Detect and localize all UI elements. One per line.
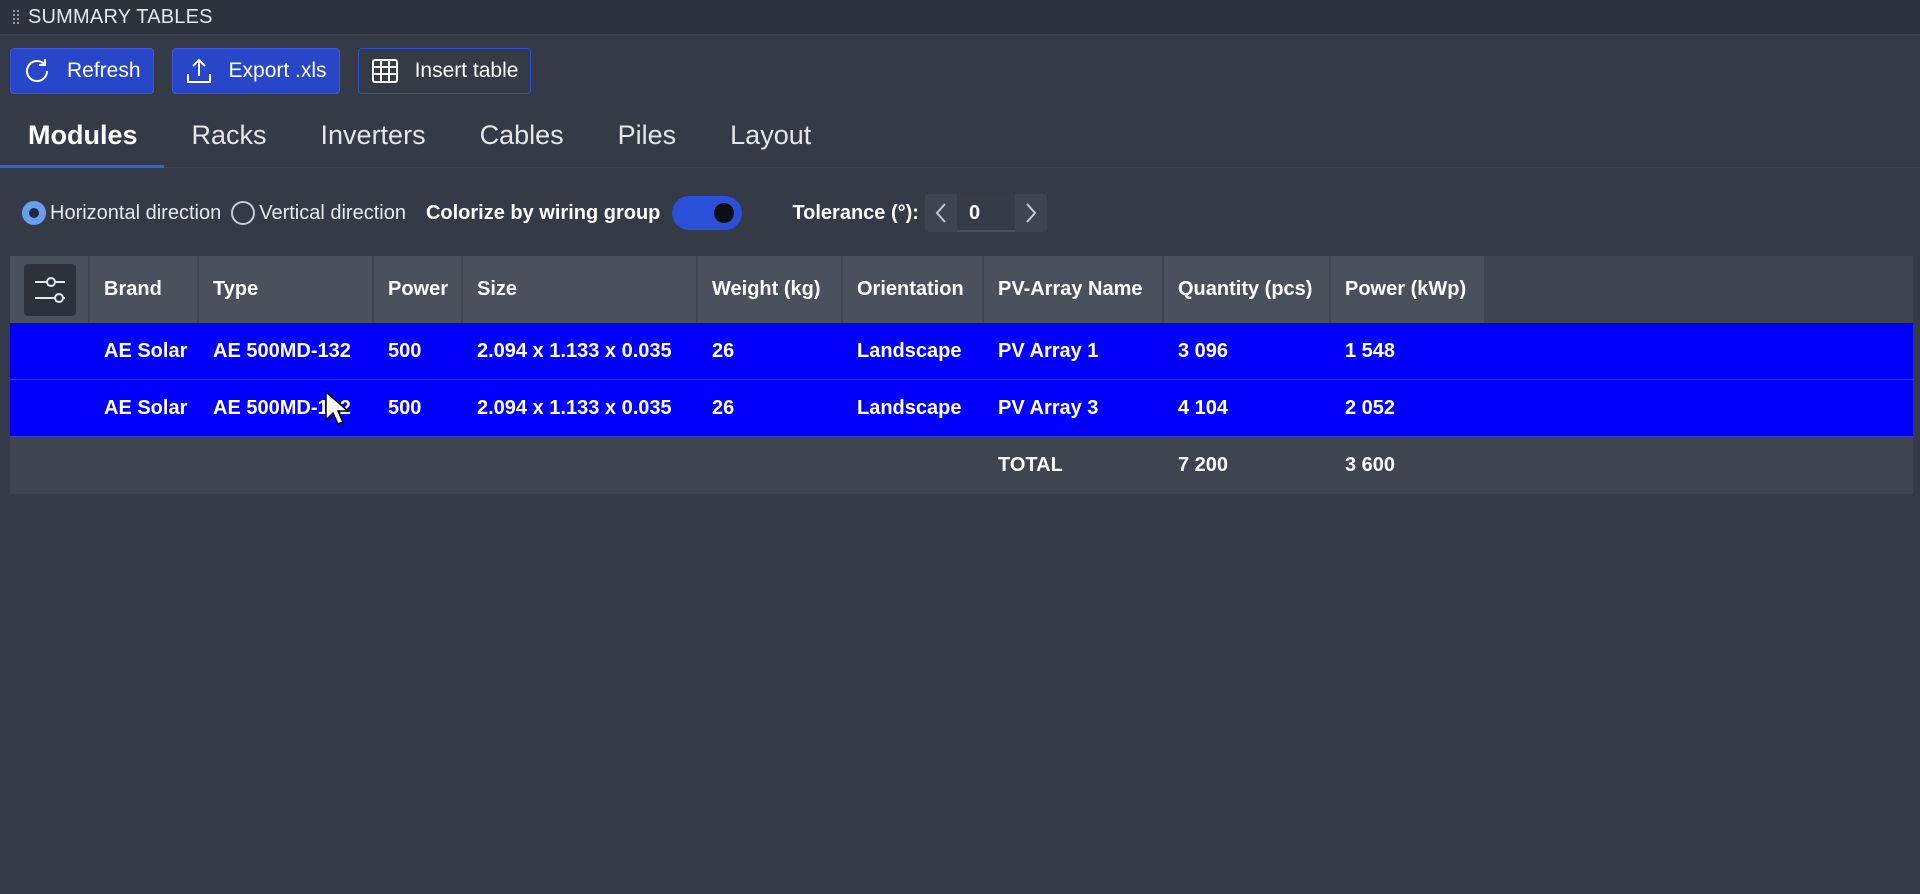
table-row[interactable]: AE Solar AE 500MD-132 500 2.094 x 1.133 … (10, 380, 1913, 437)
tab-cables[interactable]: Cables (452, 112, 590, 168)
column-header-pv-array-name[interactable]: PV-Array Name (984, 256, 1164, 323)
cell-power: 500 (388, 339, 422, 362)
cell-quantity: 4 104 (1178, 396, 1229, 419)
table-row[interactable]: AE Solar AE 500MD-132 500 2.094 x 1.133 … (10, 323, 1913, 380)
cell-power-kwp: 1 548 (1345, 339, 1396, 362)
total-label: TOTAL (998, 454, 1063, 476)
radio-checked-icon (22, 201, 46, 225)
table-header-row: Brand Type Power Size Weight (kg) Orient… (10, 256, 1913, 323)
panel-title: SUMMARY TABLES (28, 5, 213, 28)
total-power-kwp: 3 600 (1345, 454, 1396, 476)
tab-bar: Modules Racks Inverters Cables Piles Lay… (0, 112, 1920, 168)
radio-unchecked-icon (231, 201, 256, 225)
chevron-left-icon (935, 203, 946, 223)
tolerance-decrease-button[interactable] (925, 194, 957, 232)
horizontal-direction-radio[interactable]: Horizontal direction (22, 201, 221, 225)
cell-brand: AE Solar (104, 339, 188, 362)
toolbar: Refresh Export .xls Insert table (10, 48, 532, 94)
tolerance-increase-button[interactable] (1015, 194, 1047, 232)
vertical-direction-label: Vertical direction (259, 201, 406, 224)
header-filter-cell (10, 256, 90, 323)
insert-table-label: Insert table (414, 59, 519, 82)
cell-orientation: Landscape (857, 396, 962, 419)
upload-icon (186, 58, 211, 83)
cell-weight: 26 (712, 339, 735, 362)
cell-size: 2.094 x 1.133 x 0.035 (477, 339, 672, 362)
export-label: Export .xls (228, 59, 327, 82)
export-xls-button[interactable]: Export .xls (171, 48, 340, 94)
table-total-row: TOTAL 7 200 3 600 (10, 437, 1913, 494)
tolerance-stepper: 0 (924, 194, 1047, 232)
column-header-weight[interactable]: Weight (kg) (698, 256, 843, 323)
column-header-power[interactable]: Power (374, 256, 463, 323)
vertical-direction-radio[interactable]: Vertical direction (231, 201, 406, 225)
tolerance-input[interactable]: 0 (956, 194, 1015, 232)
drag-grip-icon[interactable] (12, 9, 20, 25)
refresh-label: Refresh (67, 59, 141, 82)
cell-size: 2.094 x 1.133 x 0.035 (477, 396, 672, 419)
tab-piles[interactable]: Piles (590, 112, 703, 168)
tab-modules[interactable]: Modules (0, 112, 164, 168)
sliders-icon (35, 276, 65, 303)
total-quantity: 7 200 (1178, 454, 1229, 476)
column-header-quantity[interactable]: Quantity (pcs) (1164, 256, 1331, 323)
colorize-label: Colorize by wiring group (425, 201, 661, 224)
column-header-size[interactable]: Size (463, 256, 698, 323)
insert-table-button[interactable]: Insert table (357, 48, 532, 94)
tolerance-label: Tolerance (°): (792, 201, 919, 224)
modules-table: Brand Type Power Size Weight (kg) Orient… (10, 256, 1913, 494)
toggle-knob (714, 203, 735, 223)
horizontal-direction-label: Horizontal direction (50, 201, 222, 224)
cell-pv-array-name: PV Array 1 (998, 339, 1099, 362)
cell-power: 500 (388, 396, 422, 419)
options-bar: Horizontal direction Vertical direction … (22, 194, 1047, 232)
cell-orientation: Landscape (857, 339, 962, 362)
header-filler (1486, 256, 1913, 323)
column-header-orientation[interactable]: Orientation (843, 256, 984, 323)
colorize-toggle[interactable] (672, 196, 743, 230)
panel-titlebar: SUMMARY TABLES (0, 0, 1920, 36)
column-filter-button[interactable] (24, 263, 76, 316)
tab-layout[interactable]: Layout (702, 112, 837, 168)
mouse-cursor-icon (325, 390, 350, 425)
table-icon (371, 59, 398, 83)
cell-type: AE 500MD-132 (213, 339, 351, 362)
cell-power-kwp: 2 052 (1345, 396, 1396, 419)
tab-inverters[interactable]: Inverters (293, 112, 452, 168)
chevron-right-icon (1026, 203, 1037, 223)
cell-pv-array-name: PV Array 3 (998, 396, 1099, 419)
refresh-button[interactable]: Refresh (10, 48, 154, 94)
cell-weight: 26 (712, 396, 735, 419)
cell-quantity: 3 096 (1178, 339, 1229, 362)
refresh-icon (26, 59, 49, 83)
column-header-power-kwp[interactable]: Power (kWp) (1331, 256, 1486, 323)
cell-brand: AE Solar (104, 396, 188, 419)
column-header-brand[interactable]: Brand (90, 256, 199, 323)
tab-racks[interactable]: Racks (164, 112, 293, 168)
column-header-type[interactable]: Type (199, 256, 374, 323)
